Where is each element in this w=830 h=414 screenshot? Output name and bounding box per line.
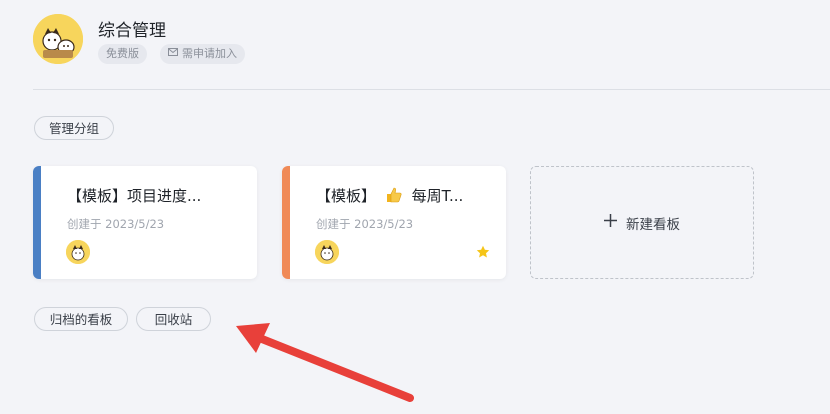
annotation-arrow-icon [236, 323, 414, 402]
